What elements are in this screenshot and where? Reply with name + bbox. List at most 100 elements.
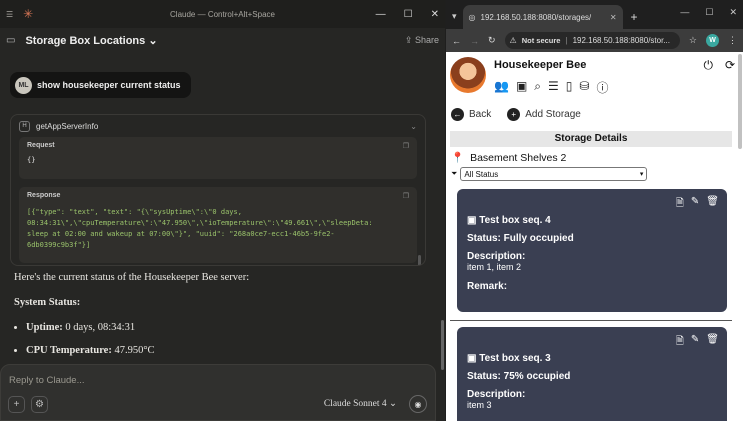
box-icon[interactable]: ▣ [516, 79, 527, 96]
user-message: ML show housekeeper current status [10, 72, 191, 98]
send-button[interactable]: ◉ [409, 395, 427, 413]
chevron-down-icon: ⌄ [148, 34, 158, 47]
document-icon[interactable]: 🗎 [676, 334, 684, 351]
request-body: {} [27, 156, 36, 164]
trash-icon[interactable]: 🗑 [706, 334, 719, 351]
address-bar-row: ← → ↻ ⚠ Not secure | 192.168.50.188:8080… [446, 29, 743, 52]
box-icon: ▣ [467, 215, 477, 226]
list-icon[interactable]: ☰ [548, 79, 559, 96]
status-select[interactable]: All Status ▾ [460, 167, 648, 181]
tools-button[interactable]: ⚙ [31, 396, 48, 413]
page-scrollbar[interactable] [738, 54, 742, 149]
info-icon[interactable]: ⓘ [596, 79, 608, 96]
user-message-text: show housekeeper current status [37, 80, 181, 90]
extension-icon[interactable]: W [706, 34, 719, 47]
share-button[interactable]: ⇪ Share [405, 35, 439, 46]
chevron-down-icon[interactable]: ⌄ [410, 122, 417, 131]
edit-icon[interactable]: ✎ [691, 196, 699, 213]
list-item: CPU Temperature: 47.950°C [26, 345, 414, 356]
close-icon[interactable]: ✕ [431, 9, 439, 20]
app-title: Housekeeper Bee [494, 59, 587, 71]
description-label: Description: [467, 251, 526, 262]
system-status-heading: System Status: [14, 297, 81, 308]
model-selector[interactable]: Claude Sonnet 4 ⌄ [324, 398, 397, 409]
location-name: Basement Shelves 2 [470, 151, 567, 164]
power-icon[interactable]: ⏻ [703, 58, 713, 73]
search-icon[interactable]: ⌕ [534, 79, 541, 96]
copy-icon[interactable]: ❐ [403, 142, 409, 150]
nav-icons: 👥 ▣ ⌕ ☰ ▯ ⛁ ⓘ [494, 79, 608, 96]
response-body: [{"type": "text", "text": "{\"sysUptime\… [27, 207, 409, 251]
copy-icon[interactable]: ❐ [403, 192, 409, 200]
browser-window: ▾ ◎ 192.168.50.188:8080/storages/ ✕ + — … [446, 0, 743, 421]
chat-scrollbar[interactable] [441, 320, 444, 370]
description-value: item 1, item 2 [467, 262, 522, 272]
claude-logo-icon: ✳ [23, 7, 34, 21]
phone-icon[interactable]: ▯ [566, 79, 573, 96]
maximize-icon[interactable]: ☐ [404, 9, 413, 20]
more-menu-icon[interactable]: ⋮ [728, 35, 737, 46]
claude-titlebar: ☰ ✳ Claude — Control+Alt+Space — ☐ ✕ [0, 0, 445, 28]
box-icon: ▣ [467, 353, 477, 364]
claude-window: ☰ ✳ Claude — Control+Alt+Space — ☐ ✕ ▭ S… [0, 0, 445, 421]
bookmark-star-icon[interactable]: ☆ [689, 35, 697, 46]
reply-input[interactable]: Reply to Claude... [9, 375, 85, 386]
tab-title: 192.168.50.188:8080/storages/ [480, 12, 592, 22]
request-section: Request ❐ {} [19, 137, 417, 179]
tab-menu-icon[interactable]: ▾ [452, 11, 457, 22]
back-button[interactable]: ← Back [451, 108, 491, 121]
forward-arrow-icon[interactable]: → [470, 36, 479, 46]
not-secure-label: Not secure [521, 36, 561, 45]
conversation-header: ▭ Storage Box Locations ⌄ ⇪ Share [0, 28, 445, 52]
trash-icon[interactable]: 🗑 [706, 196, 719, 213]
response-section: Response ❐ [{"type": "text", "text": "{\… [19, 187, 417, 263]
description-value: item 3 [467, 400, 492, 410]
remark-label: Remark: [467, 281, 508, 292]
assistant-message: Here's the current status of the Houseke… [14, 272, 414, 368]
document-icon[interactable]: 🗎 [676, 196, 684, 213]
edit-icon[interactable]: ✎ [691, 334, 699, 351]
box-status: Status: Fully occupied [467, 233, 574, 244]
reload-icon[interactable]: ↻ [488, 35, 496, 46]
users-icon[interactable]: 👥 [494, 79, 509, 96]
chevron-down-icon: ▾ [639, 171, 644, 178]
response-scrollbar[interactable] [418, 255, 421, 265]
tool-icon: H [19, 120, 30, 132]
close-tab-icon[interactable]: ✕ [610, 13, 617, 22]
tool-call-header[interactable]: H getAppServerInfo ⌄ [11, 115, 425, 137]
add-storage-button[interactable]: + Add Storage [507, 108, 581, 121]
storage-location: 📍 Basement Shelves 2 [451, 151, 567, 165]
description-label: Description: [467, 389, 526, 400]
minimize-icon[interactable]: — [680, 7, 689, 18]
sidebar-toggle-icon[interactable]: ▭ [6, 35, 15, 46]
tool-call-card: H getAppServerInfo ⌄ Request ❐ {} Respon… [10, 114, 426, 266]
response-line: 08:34:31\",\"cpuTemperature\":\"47.950\"… [27, 219, 373, 227]
composer: Reply to Claude... + ⚙ Claude Sonnet 4 ⌄… [0, 364, 436, 421]
box-status: Status: 75% occupied [467, 371, 571, 382]
box-card: 🗎 ✎ 🗑 ▣ Test box seq. 3 Status: 75% occu… [457, 327, 727, 421]
menu-icon[interactable]: ☰ [6, 10, 13, 19]
url-input[interactable]: ⚠ Not secure | 192.168.50.188:8080/stor.… [504, 32, 680, 49]
share-icon: ⇪ [404, 34, 413, 45]
tool-name: getAppServerInfo [36, 121, 99, 131]
map-pin-icon: 📍 [451, 152, 465, 164]
chevron-down-icon: ⌄ [389, 399, 397, 409]
box-card: 🗎 ✎ 🗑 ▣ Test box seq. 4 Status: Fully oc… [457, 189, 727, 312]
minimize-icon[interactable]: — [376, 9, 386, 20]
arrow-left-icon: ← [451, 108, 464, 121]
new-tab-button[interactable]: + [631, 10, 638, 24]
plus-icon: + [507, 108, 521, 121]
response-line: [{"type": "text", "text": "{\"sysUptime\… [27, 208, 242, 216]
tab-strip: ▾ ◎ 192.168.50.188:8080/storages/ ✕ + — … [446, 0, 743, 29]
back-arrow-icon[interactable]: ← [452, 36, 461, 46]
browser-tab[interactable]: ◎ 192.168.50.188:8080/storages/ ✕ [462, 5, 623, 29]
database-icon[interactable]: ⛁ [579, 79, 589, 96]
status-filter: ⏷ All Status ▾ [451, 167, 648, 181]
divider [450, 320, 732, 321]
separator: | [565, 36, 568, 45]
refresh-icon[interactable]: ⟳ [725, 58, 735, 73]
add-attachment-button[interactable]: + [8, 396, 25, 413]
close-icon[interactable]: ✕ [729, 7, 737, 18]
conversation-title[interactable]: Storage Box Locations ⌄ [25, 34, 157, 47]
maximize-icon[interactable]: ☐ [705, 7, 713, 18]
